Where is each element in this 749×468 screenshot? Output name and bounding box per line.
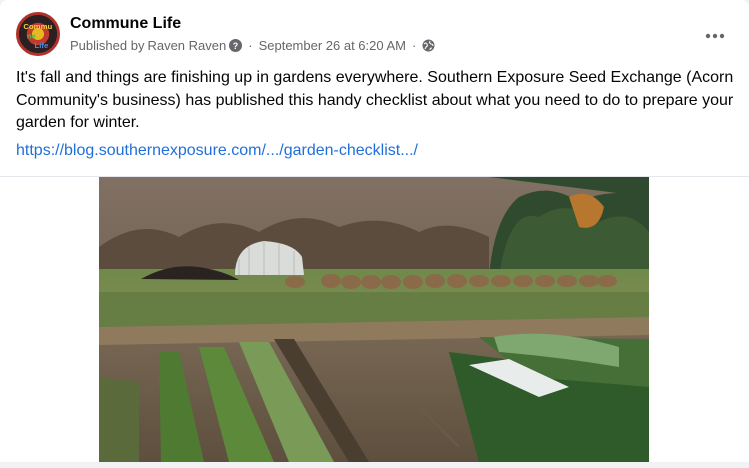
post-date[interactable]: September 26 at 6:20 AM — [259, 38, 406, 53]
author-name[interactable]: Raven Raven — [147, 38, 226, 53]
question-circle-icon[interactable]: ? — [229, 39, 243, 52]
post-header: Commu ne Life Commune Life Published by … — [16, 12, 733, 60]
page-avatar[interactable]: Commu ne Life — [16, 12, 60, 56]
meta-separator: · — [248, 38, 253, 53]
meta-separator: · — [412, 38, 417, 53]
logo-text-2: ne — [27, 31, 37, 40]
page-name[interactable]: Commune Life — [70, 15, 181, 33]
more-options-button[interactable] — [697, 18, 733, 54]
svg-text:?: ? — [233, 41, 239, 51]
garden-photo — [99, 177, 649, 462]
published-by-label: Published by — [70, 38, 145, 53]
globe-icon[interactable] — [422, 39, 435, 52]
post-body-text: It's fall and things are finishing up in… — [16, 69, 734, 131]
feed-gap — [0, 462, 749, 468]
logo-text-3: Life — [35, 41, 49, 50]
post-meta: Published by Raven Raven ? · September 2… — [70, 38, 435, 53]
post-card: Commu ne Life Commune Life Published by … — [0, 0, 749, 468]
logo-text-1: Commu — [23, 22, 52, 31]
post-photo[interactable] — [99, 177, 649, 462]
commune-life-logo: Commu ne Life — [19, 15, 57, 53]
more-horizontal-icon — [705, 33, 725, 39]
post-link[interactable]: https://blog.southernexposure.com/.../ga… — [16, 142, 418, 160]
